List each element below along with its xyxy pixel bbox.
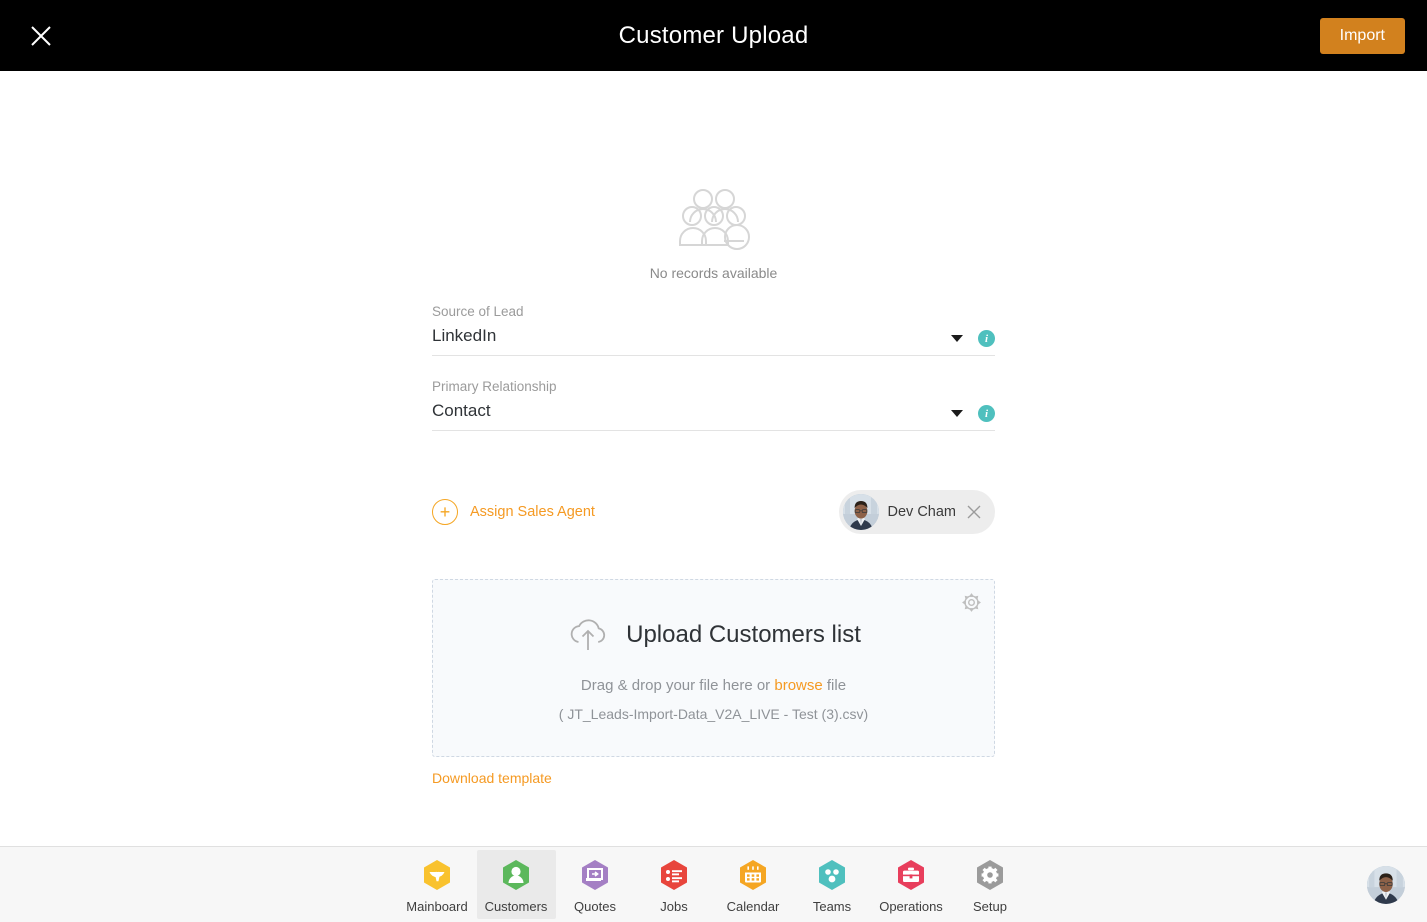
close-icon[interactable] <box>965 503 983 521</box>
drag-text-suffix: file <box>822 676 847 694</box>
browse-link[interactable]: browse <box>774 677 822 694</box>
upload-form: No records available Source of Lead Link… <box>432 71 995 788</box>
chevron-down-icon[interactable] <box>951 335 963 342</box>
avatar-photo <box>842 494 879 530</box>
nav-item-quotes[interactable]: Quotes <box>556 850 635 919</box>
user-avatar[interactable] <box>1367 865 1405 904</box>
drag-text-prefix: Drag & drop your file here or <box>580 676 775 694</box>
plus-icon: + <box>432 499 458 525</box>
main-content: No records available Source of Lead Link… <box>0 71 1427 846</box>
info-icon[interactable]: i <box>978 405 995 422</box>
teams-icon <box>819 860 845 890</box>
empty-state-text: No records available <box>649 265 778 281</box>
quotes-icon <box>582 860 608 890</box>
nav-items: Mainboard Customers Quotes Jobs Calendar… <box>398 850 1030 919</box>
user-avatar-photo <box>1367 865 1405 904</box>
gear-icon[interactable] <box>961 592 982 618</box>
import-button[interactable]: Import <box>1319 17 1405 54</box>
assign-sales-agent-button[interactable]: + Assign Sales Agent <box>432 499 595 525</box>
mainboard-icon <box>424 860 450 890</box>
nav-item-calendar[interactable]: Calendar <box>714 850 793 919</box>
empty-state: No records available <box>432 71 995 281</box>
nav-item-customers[interactable]: Customers <box>476 850 556 919</box>
people-group-icon <box>678 189 750 250</box>
field-primary-relationship[interactable]: Primary Relationship Contact i <box>432 378 995 431</box>
nav-item-mainboard[interactable]: Mainboard <box>398 850 477 919</box>
page-title: Customer Upload <box>618 21 809 49</box>
cloud-upload-icon <box>570 618 606 650</box>
operations-icon <box>898 860 924 890</box>
nav-label: Setup <box>973 899 1007 914</box>
nav-label: Operations <box>879 899 943 914</box>
nav-item-jobs[interactable]: Jobs <box>635 850 714 919</box>
avatar <box>842 494 879 530</box>
customers-icon <box>503 860 529 890</box>
field-value: Contact <box>432 401 491 420</box>
file-dropzone[interactable]: Upload Customers list Drag & drop your f… <box>432 579 995 757</box>
bottom-navigation: Mainboard Customers Quotes Jobs Calendar… <box>0 846 1427 922</box>
gear-icon-glyph <box>962 593 981 612</box>
field-value: LinkedIn <box>432 326 497 345</box>
field-source-of-lead[interactable]: Source of Lead LinkedIn i <box>432 303 995 356</box>
nav-label: Quotes <box>574 899 616 914</box>
close-icon-glyph <box>967 505 981 519</box>
customer-upload-screen: Customer Upload Import No records availa… <box>0 0 1427 922</box>
download-template-link[interactable]: Download template <box>432 770 552 786</box>
nav-item-teams[interactable]: Teams <box>793 850 872 919</box>
assign-sales-agent-row: + Assign Sales Agent Dev Cham <box>432 489 995 535</box>
agent-name: Dev Cham <box>887 504 957 520</box>
upload-heading-row: Upload Customers list <box>566 615 861 655</box>
nav-item-setup[interactable]: Setup <box>951 850 1030 919</box>
nav-label: Customers <box>484 899 548 914</box>
dropzone-instructions: Drag & drop your file here or browse fil… <box>581 677 846 694</box>
nav-label: Jobs <box>660 899 688 914</box>
chevron-down-icon[interactable] <box>951 410 963 417</box>
field-label: Primary Relationship <box>432 379 557 394</box>
nav-label: Mainboard <box>406 899 468 914</box>
setup-icon <box>977 860 1003 890</box>
nav-item-operations[interactable]: Operations <box>872 850 951 919</box>
info-icon[interactable]: i <box>978 330 995 347</box>
upload-title: Upload Customers list <box>626 620 861 648</box>
jobs-icon <box>661 860 687 890</box>
field-label: Source of Lead <box>432 304 524 319</box>
nav-label: Calendar <box>726 899 780 914</box>
nav-label: Teams <box>812 899 852 914</box>
assigned-agent-chip[interactable]: Dev Cham <box>838 490 995 534</box>
calendar-icon <box>740 860 766 890</box>
selected-file-name: ( JT_Leads-Import-Data_V2A_LIVE - Test (… <box>558 705 869 722</box>
modal-header: Customer Upload Import <box>0 0 1427 71</box>
assign-sales-agent-label: Assign Sales Agent <box>470 504 595 520</box>
